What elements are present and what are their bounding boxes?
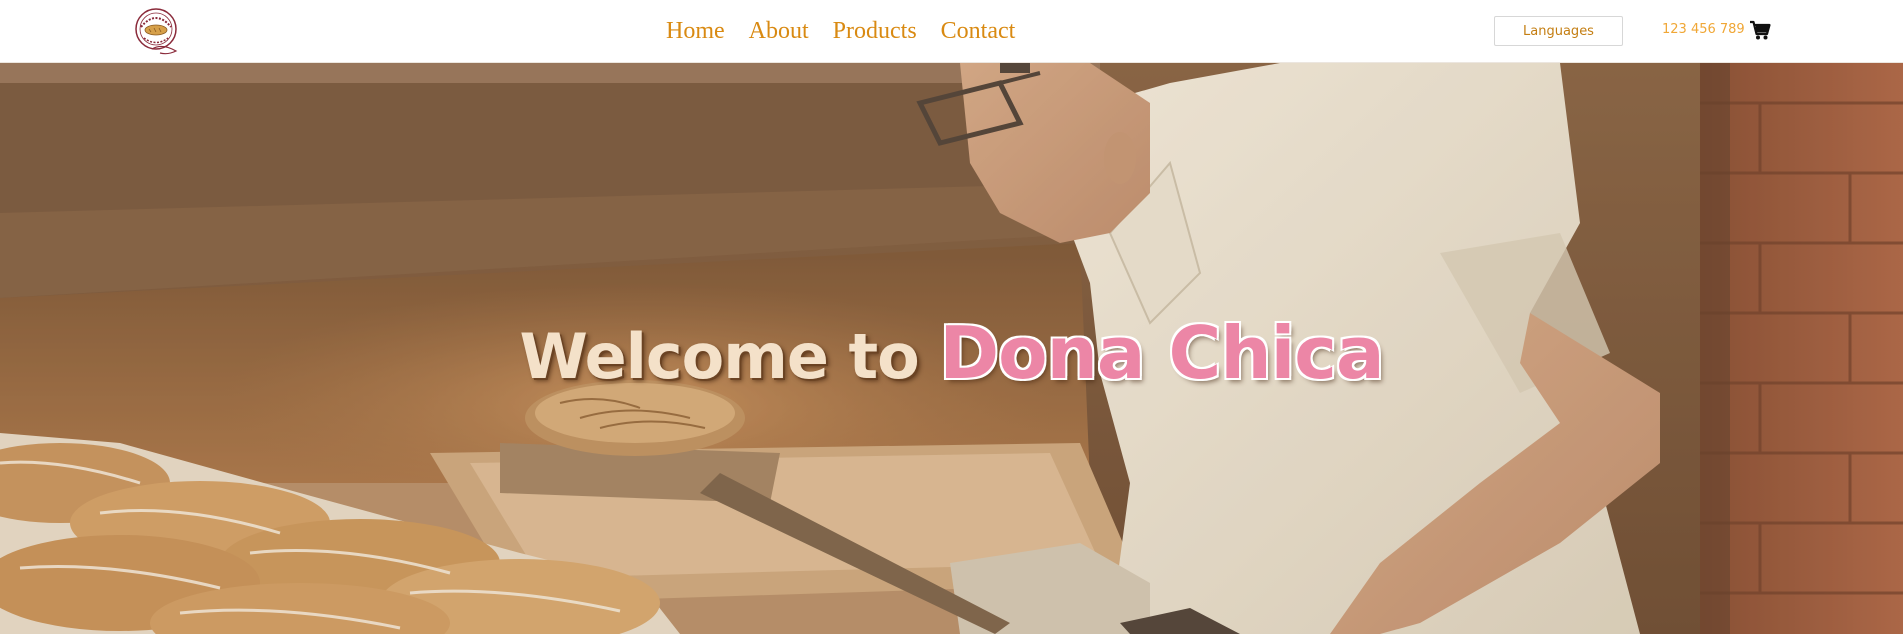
nav-about[interactable]: About [749,14,809,48]
nav-products[interactable]: Products [833,14,917,48]
hero-title-prefix: Welcome to [519,320,919,393]
nav-home[interactable]: Home [666,14,725,48]
hero-title: Welcome to Dona Chica [0,311,1903,395]
hero-section: Welcome to Dona Chica [0,63,1903,634]
site-header: Home About Products Contact Languages 12… [0,0,1903,63]
bakery-logo-icon[interactable] [132,5,184,59]
hero-title-brand: Dona Chica [939,311,1384,395]
nav-contact[interactable]: Contact [941,14,1016,48]
shopping-cart-icon[interactable] [1749,19,1771,41]
main-nav: Home About Products Contact [666,14,1015,48]
phone-number[interactable]: 123 456 789 [1662,22,1745,37]
languages-button[interactable]: Languages [1494,16,1623,46]
